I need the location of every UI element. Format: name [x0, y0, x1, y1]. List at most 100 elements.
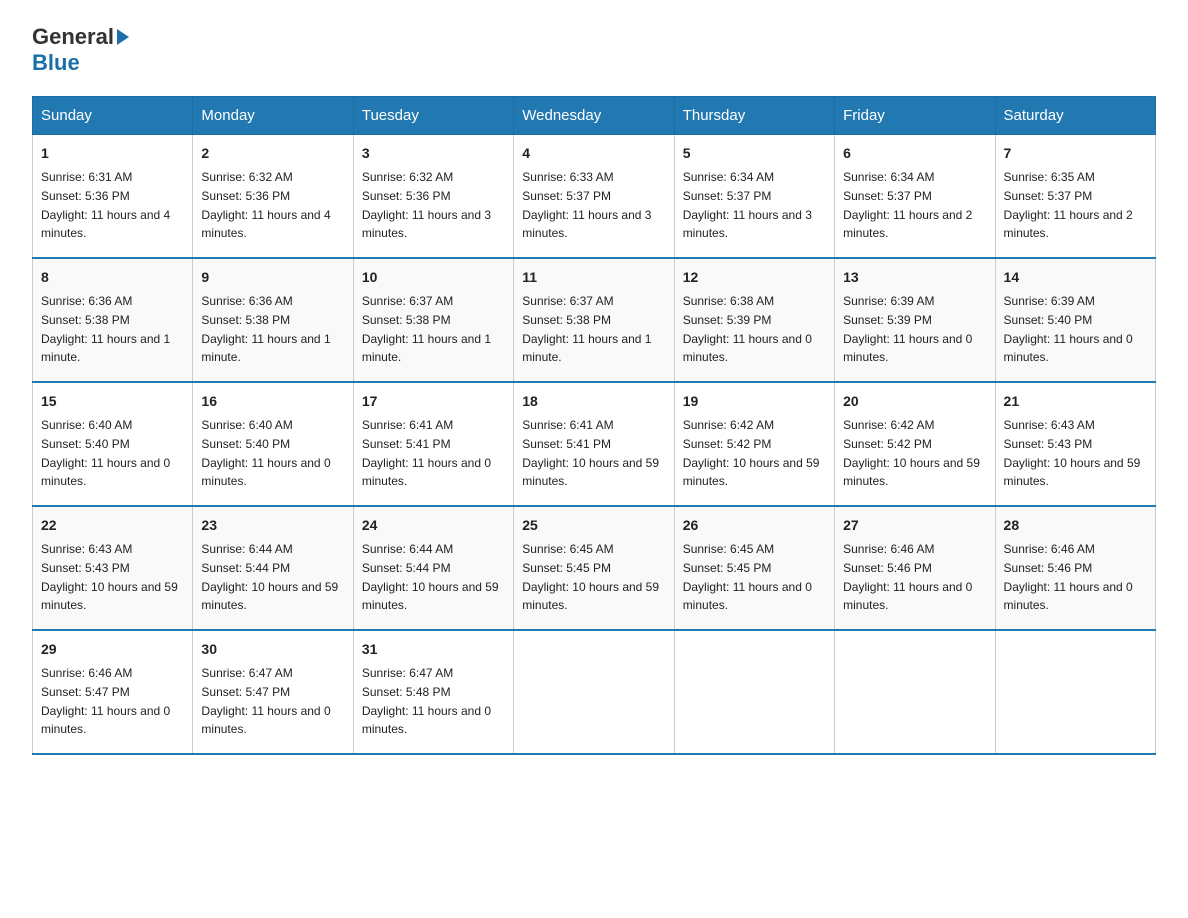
day-info: Sunrise: 6:32 AMSunset: 5:36 PMDaylight:… — [201, 170, 330, 240]
weekday-header-friday: Friday — [835, 97, 995, 135]
day-info: Sunrise: 6:44 AMSunset: 5:44 PMDaylight:… — [362, 542, 499, 612]
day-number: 26 — [683, 515, 826, 536]
calendar-cell: 3 Sunrise: 6:32 AMSunset: 5:36 PMDayligh… — [353, 135, 513, 259]
week-row-5: 29 Sunrise: 6:46 AMSunset: 5:47 PMDaylig… — [33, 630, 1156, 754]
day-info: Sunrise: 6:40 AMSunset: 5:40 PMDaylight:… — [201, 418, 330, 488]
day-number: 20 — [843, 391, 986, 412]
day-info: Sunrise: 6:46 AMSunset: 5:47 PMDaylight:… — [41, 666, 170, 736]
day-info: Sunrise: 6:32 AMSunset: 5:36 PMDaylight:… — [362, 170, 491, 240]
day-number: 24 — [362, 515, 505, 536]
calendar-cell: 14 Sunrise: 6:39 AMSunset: 5:40 PMDaylig… — [995, 258, 1155, 382]
day-info: Sunrise: 6:37 AMSunset: 5:38 PMDaylight:… — [522, 294, 651, 364]
calendar-cell — [835, 630, 995, 754]
calendar-cell — [674, 630, 834, 754]
calendar-cell: 18 Sunrise: 6:41 AMSunset: 5:41 PMDaylig… — [514, 382, 674, 506]
day-number: 5 — [683, 143, 826, 164]
calendar-cell — [514, 630, 674, 754]
calendar-cell: 12 Sunrise: 6:38 AMSunset: 5:39 PMDaylig… — [674, 258, 834, 382]
day-number: 13 — [843, 267, 986, 288]
day-info: Sunrise: 6:47 AMSunset: 5:48 PMDaylight:… — [362, 666, 491, 736]
week-row-1: 1 Sunrise: 6:31 AMSunset: 5:36 PMDayligh… — [33, 135, 1156, 259]
day-info: Sunrise: 6:45 AMSunset: 5:45 PMDaylight:… — [522, 542, 659, 612]
day-info: Sunrise: 6:33 AMSunset: 5:37 PMDaylight:… — [522, 170, 651, 240]
calendar-cell: 2 Sunrise: 6:32 AMSunset: 5:36 PMDayligh… — [193, 135, 353, 259]
weekday-header-monday: Monday — [193, 97, 353, 135]
calendar-cell: 27 Sunrise: 6:46 AMSunset: 5:46 PMDaylig… — [835, 506, 995, 630]
day-number: 18 — [522, 391, 665, 412]
calendar-cell: 17 Sunrise: 6:41 AMSunset: 5:41 PMDaylig… — [353, 382, 513, 506]
day-number: 7 — [1004, 143, 1147, 164]
day-info: Sunrise: 6:41 AMSunset: 5:41 PMDaylight:… — [362, 418, 491, 488]
week-row-2: 8 Sunrise: 6:36 AMSunset: 5:38 PMDayligh… — [33, 258, 1156, 382]
weekday-header-wednesday: Wednesday — [514, 97, 674, 135]
day-info: Sunrise: 6:42 AMSunset: 5:42 PMDaylight:… — [683, 418, 820, 488]
calendar-cell: 19 Sunrise: 6:42 AMSunset: 5:42 PMDaylig… — [674, 382, 834, 506]
calendar-cell: 4 Sunrise: 6:33 AMSunset: 5:37 PMDayligh… — [514, 135, 674, 259]
calendar-cell — [995, 630, 1155, 754]
week-row-3: 15 Sunrise: 6:40 AMSunset: 5:40 PMDaylig… — [33, 382, 1156, 506]
calendar-cell: 11 Sunrise: 6:37 AMSunset: 5:38 PMDaylig… — [514, 258, 674, 382]
day-info: Sunrise: 6:43 AMSunset: 5:43 PMDaylight:… — [41, 542, 178, 612]
day-number: 21 — [1004, 391, 1147, 412]
day-number: 2 — [201, 143, 344, 164]
day-info: Sunrise: 6:40 AMSunset: 5:40 PMDaylight:… — [41, 418, 170, 488]
calendar-cell: 5 Sunrise: 6:34 AMSunset: 5:37 PMDayligh… — [674, 135, 834, 259]
day-info: Sunrise: 6:41 AMSunset: 5:41 PMDaylight:… — [522, 418, 659, 488]
calendar-cell: 16 Sunrise: 6:40 AMSunset: 5:40 PMDaylig… — [193, 382, 353, 506]
calendar-cell: 29 Sunrise: 6:46 AMSunset: 5:47 PMDaylig… — [33, 630, 193, 754]
logo-blue-text: Blue — [32, 50, 80, 75]
calendar-cell: 8 Sunrise: 6:36 AMSunset: 5:38 PMDayligh… — [33, 258, 193, 382]
day-info: Sunrise: 6:39 AMSunset: 5:39 PMDaylight:… — [843, 294, 972, 364]
logo-triangle-icon — [117, 29, 129, 45]
day-info: Sunrise: 6:36 AMSunset: 5:38 PMDaylight:… — [201, 294, 330, 364]
day-info: Sunrise: 6:45 AMSunset: 5:45 PMDaylight:… — [683, 542, 812, 612]
logo: General Blue — [32, 24, 129, 76]
calendar-cell: 10 Sunrise: 6:37 AMSunset: 5:38 PMDaylig… — [353, 258, 513, 382]
day-info: Sunrise: 6:42 AMSunset: 5:42 PMDaylight:… — [843, 418, 980, 488]
calendar-cell: 21 Sunrise: 6:43 AMSunset: 5:43 PMDaylig… — [995, 382, 1155, 506]
day-number: 16 — [201, 391, 344, 412]
day-info: Sunrise: 6:35 AMSunset: 5:37 PMDaylight:… — [1004, 170, 1133, 240]
calendar-cell: 1 Sunrise: 6:31 AMSunset: 5:36 PMDayligh… — [33, 135, 193, 259]
calendar-cell: 20 Sunrise: 6:42 AMSunset: 5:42 PMDaylig… — [835, 382, 995, 506]
page-header: General Blue — [32, 24, 1156, 76]
day-info: Sunrise: 6:38 AMSunset: 5:39 PMDaylight:… — [683, 294, 812, 364]
calendar-cell: 26 Sunrise: 6:45 AMSunset: 5:45 PMDaylig… — [674, 506, 834, 630]
logo-text: General — [32, 24, 114, 50]
day-info: Sunrise: 6:46 AMSunset: 5:46 PMDaylight:… — [843, 542, 972, 612]
day-number: 4 — [522, 143, 665, 164]
day-info: Sunrise: 6:39 AMSunset: 5:40 PMDaylight:… — [1004, 294, 1133, 364]
weekday-header-saturday: Saturday — [995, 97, 1155, 135]
weekday-header-tuesday: Tuesday — [353, 97, 513, 135]
calendar-cell: 30 Sunrise: 6:47 AMSunset: 5:47 PMDaylig… — [193, 630, 353, 754]
day-info: Sunrise: 6:46 AMSunset: 5:46 PMDaylight:… — [1004, 542, 1133, 612]
day-number: 25 — [522, 515, 665, 536]
day-info: Sunrise: 6:44 AMSunset: 5:44 PMDaylight:… — [201, 542, 338, 612]
day-number: 1 — [41, 143, 184, 164]
day-number: 9 — [201, 267, 344, 288]
weekday-header-sunday: Sunday — [33, 97, 193, 135]
weekday-header-row: SundayMondayTuesdayWednesdayThursdayFrid… — [33, 97, 1156, 135]
calendar-cell: 23 Sunrise: 6:44 AMSunset: 5:44 PMDaylig… — [193, 506, 353, 630]
day-number: 8 — [41, 267, 184, 288]
day-number: 29 — [41, 639, 184, 660]
day-number: 22 — [41, 515, 184, 536]
day-number: 6 — [843, 143, 986, 164]
day-info: Sunrise: 6:34 AMSunset: 5:37 PMDaylight:… — [843, 170, 972, 240]
calendar-cell: 6 Sunrise: 6:34 AMSunset: 5:37 PMDayligh… — [835, 135, 995, 259]
calendar-cell: 9 Sunrise: 6:36 AMSunset: 5:38 PMDayligh… — [193, 258, 353, 382]
day-number: 27 — [843, 515, 986, 536]
weekday-header-thursday: Thursday — [674, 97, 834, 135]
calendar-cell: 7 Sunrise: 6:35 AMSunset: 5:37 PMDayligh… — [995, 135, 1155, 259]
calendar-cell: 25 Sunrise: 6:45 AMSunset: 5:45 PMDaylig… — [514, 506, 674, 630]
day-number: 14 — [1004, 267, 1147, 288]
calendar-table: SundayMondayTuesdayWednesdayThursdayFrid… — [32, 96, 1156, 755]
day-number: 28 — [1004, 515, 1147, 536]
day-info: Sunrise: 6:31 AMSunset: 5:36 PMDaylight:… — [41, 170, 170, 240]
day-number: 11 — [522, 267, 665, 288]
day-info: Sunrise: 6:43 AMSunset: 5:43 PMDaylight:… — [1004, 418, 1141, 488]
day-number: 10 — [362, 267, 505, 288]
day-info: Sunrise: 6:47 AMSunset: 5:47 PMDaylight:… — [201, 666, 330, 736]
day-number: 23 — [201, 515, 344, 536]
day-number: 17 — [362, 391, 505, 412]
